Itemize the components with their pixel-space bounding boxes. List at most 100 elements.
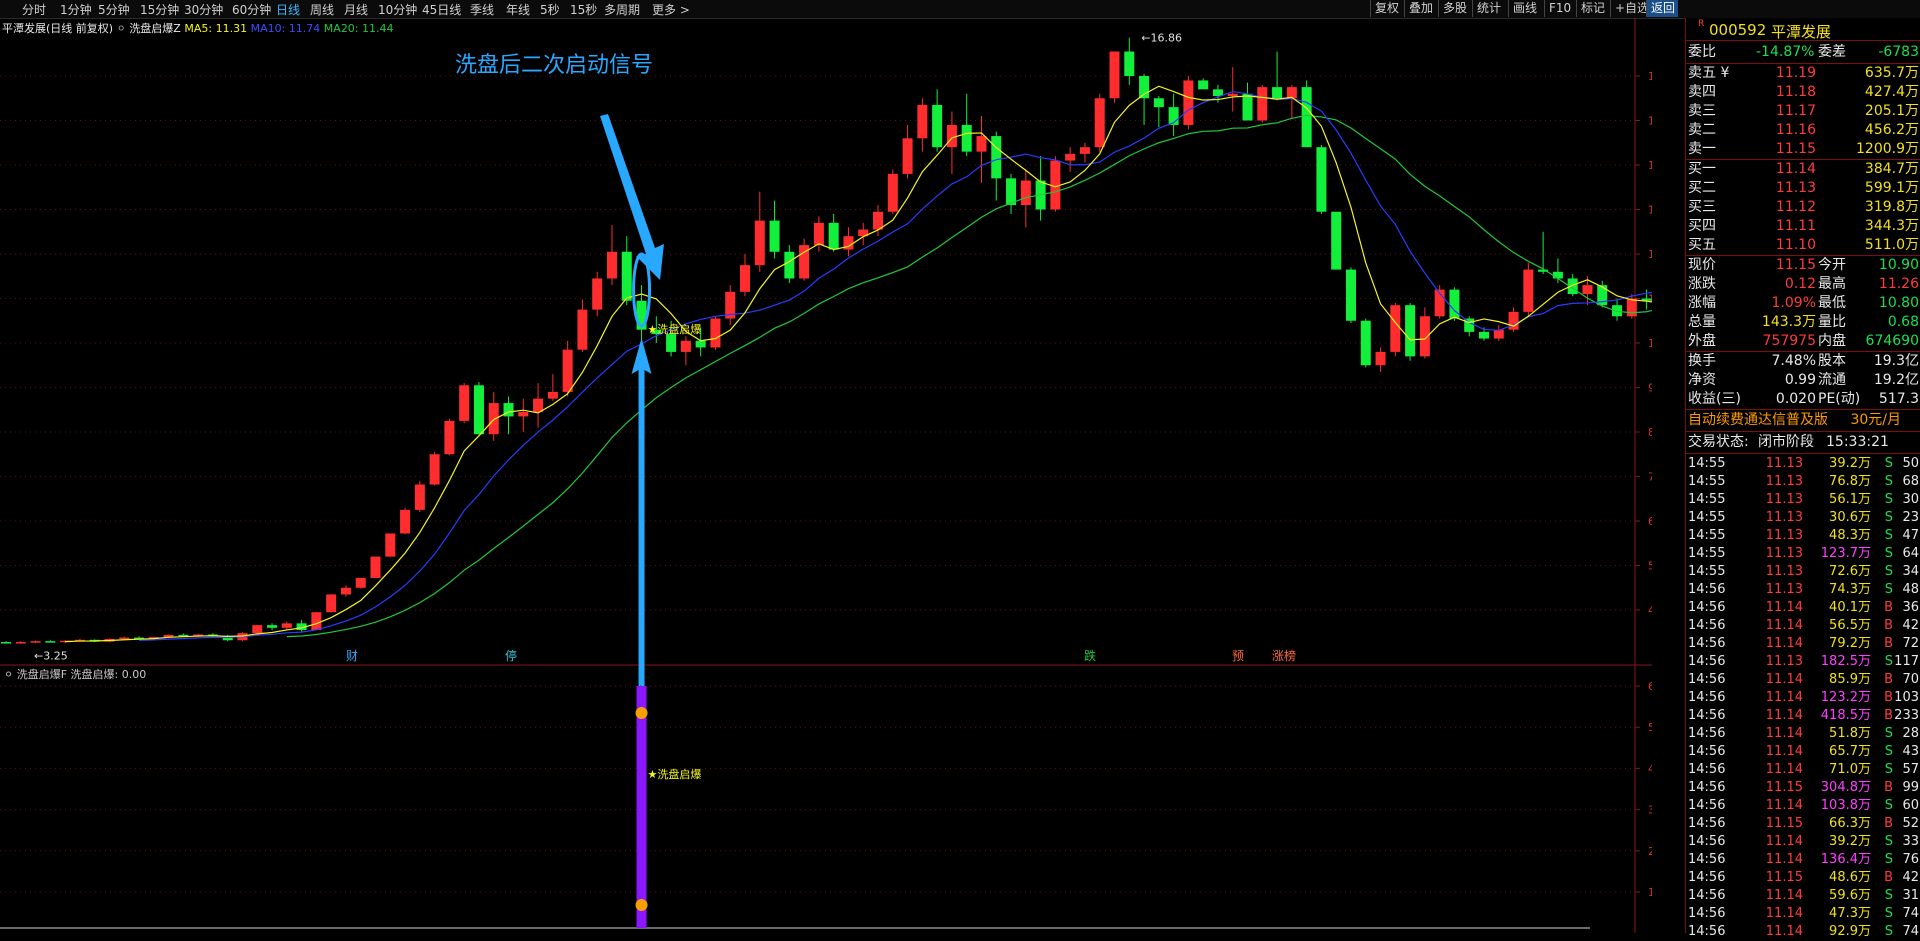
candle-body <box>1449 289 1460 319</box>
period-tab-5[interactable]: 60分钟 <box>232 1 271 18</box>
period-tab-14[interactable]: 15秒 <box>570 1 597 18</box>
ask-label: 卖一 <box>1688 141 1716 157</box>
tick-volume: 136.4万 <box>1820 852 1871 867</box>
event-marker-3: 预 <box>1232 649 1244 663</box>
bid-row: 买一 11.14 384.7万 <box>1686 160 1920 179</box>
tick-row: 14:55 11.13 48.3万 S 47 <box>1686 527 1920 545</box>
stat-value: 1.09% <box>1771 295 1816 311</box>
tick-count: 70 <box>1902 672 1919 687</box>
panel-separator <box>1686 431 1920 432</box>
tick-volume: 48.6万 <box>1829 870 1871 885</box>
toolbar-button-0[interactable]: 复权 <box>1370 0 1404 17</box>
kline-chart-area[interactable]: 16.0015.0014.0013.0012.0011.0010.009.008… <box>0 18 1859 933</box>
bid-price: 11.13 <box>1775 180 1816 196</box>
tick-time: 14:56 <box>1688 816 1726 831</box>
toolbar-button-3[interactable]: 统计 <box>1472 0 1508 17</box>
sub-axis-label: 40.00 <box>1648 762 1652 775</box>
ask-price: 11.16 <box>1775 122 1816 138</box>
price-axis-label: 8.00 <box>1648 426 1652 439</box>
toolbar-button-8[interactable]: 返回 <box>1646 0 1678 17</box>
tick-count: 30 <box>1902 492 1919 507</box>
period-tab-4[interactable]: 30分钟 <box>184 1 223 18</box>
tick-row: 14:56 11.13 74.3万 S 48 <box>1686 581 1920 599</box>
event-marker-4: 涨榜 <box>1272 648 1296 663</box>
period-tab-12[interactable]: 年线 <box>506 1 530 18</box>
period-tab-16[interactable]: 更多 > <box>652 1 690 18</box>
period-tab-11[interactable]: 季线 <box>470 1 494 18</box>
tick-volume: 56.5万 <box>1829 618 1871 633</box>
tick-side: S <box>1884 852 1893 867</box>
tick-count: 74 <box>1902 906 1919 921</box>
period-tab-9[interactable]: 10分钟 <box>378 1 417 18</box>
chart-title: 平潭发展(日线 前复权) <box>2 22 114 35</box>
toolbar-button-1[interactable]: 叠加 <box>1404 0 1438 17</box>
bid-volume: 599.1万 <box>1864 180 1919 196</box>
period-tab-2[interactable]: 5分钟 <box>98 1 130 18</box>
tick-volume: 48.3万 <box>1829 528 1871 543</box>
indicator-name[interactable]: 洗盘启爆Z <box>129 22 181 35</box>
tick-price: 11.14 <box>1765 690 1803 705</box>
period-tab-1[interactable]: 1分钟 <box>60 1 92 18</box>
period-tab-13[interactable]: 5秒 <box>540 1 560 18</box>
tick-count: 74 <box>1902 924 1919 939</box>
tick-time: 14:55 <box>1688 474 1726 489</box>
tick-price: 11.14 <box>1765 726 1803 741</box>
period-tab-3[interactable]: 15分钟 <box>140 1 179 18</box>
tick-price: 11.13 <box>1765 528 1803 543</box>
bid-row: 买二 11.13 599.1万 <box>1686 179 1920 198</box>
candle-body <box>119 637 130 640</box>
candle-body <box>15 642 26 644</box>
tick-price: 11.13 <box>1765 582 1803 597</box>
candle-body <box>710 318 721 348</box>
tick-price: 11.14 <box>1765 618 1803 633</box>
toolbar-button-4[interactable]: 画线 <box>1508 0 1544 17</box>
period-tab-7[interactable]: 周线 <box>310 1 334 18</box>
tick-count: 103 <box>1894 690 1919 705</box>
tick-time: 14:56 <box>1688 690 1726 705</box>
tick-time: 14:55 <box>1688 510 1726 525</box>
price-axis-label: 10.00 <box>1648 337 1652 350</box>
tick-time: 14:56 <box>1688 618 1726 633</box>
toolbar-button-5[interactable]: F10 <box>1544 0 1576 17</box>
tick-row: 14:56 11.13 182.5万 S 117 <box>1686 653 1920 671</box>
candle-body <box>1523 269 1534 312</box>
candle-body <box>488 403 499 435</box>
tick-row: 14:56 11.14 92.9万 S 74 <box>1686 923 1920 941</box>
kline-chart-svg[interactable]: 16.0015.0014.0013.0012.0011.0010.009.008… <box>0 18 1859 933</box>
tick-price: 11.14 <box>1765 888 1803 903</box>
fund-label-2: 股本 <box>1818 353 1846 369</box>
tick-side: S <box>1884 726 1893 741</box>
sub-axis-label: 60.00 <box>1648 680 1652 693</box>
tick-volume: 39.2万 <box>1829 834 1871 849</box>
candle-body <box>873 211 884 230</box>
period-tab-8[interactable]: 月线 <box>344 1 368 18</box>
indicator-dropdown-icon[interactable]: ⚪ <box>117 22 126 35</box>
ma5-line <box>65 85 1854 643</box>
tick-side: S <box>1884 888 1893 903</box>
quote-panel: R 000592 平潭发展 委比 -14.87% 委差 -6783 卖五 ¥ 11.19 6… <box>1685 18 1920 939</box>
toolbar-button-7[interactable]: +自选 <box>1610 0 1649 17</box>
candle-body <box>1227 93 1238 97</box>
toolbar-button-6[interactable]: 标记 <box>1576 0 1610 17</box>
candle-body <box>991 136 1002 179</box>
period-tab-6[interactable]: 日线 <box>276 1 300 18</box>
tick-time: 14:56 <box>1688 726 1726 741</box>
candle-body <box>1006 178 1017 206</box>
stat-value-2: 0.68 <box>1887 314 1919 330</box>
period-tab-0[interactable]: 分时 <box>22 1 46 18</box>
tick-volume: 66.3万 <box>1829 816 1871 831</box>
tick-price: 11.15 <box>1765 780 1803 795</box>
tick-count: 31 <box>1902 888 1919 903</box>
tick-count: 68 <box>1902 474 1919 489</box>
tick-row: 14:56 11.14 85.9万 B 70 <box>1686 671 1920 689</box>
period-tab-10[interactable]: 45日线 <box>422 1 461 18</box>
tick-time: 14:56 <box>1688 888 1726 903</box>
period-tab-15[interactable]: 多周期 <box>604 1 640 18</box>
stat-label: 涨幅 <box>1688 295 1716 311</box>
candle-body <box>1286 87 1297 99</box>
candle-body <box>252 625 263 634</box>
ask-price: 11.17 <box>1775 103 1816 119</box>
candle-body <box>326 594 337 613</box>
event-marker-2: 跌 <box>1084 648 1096 663</box>
toolbar-button-2[interactable]: 多股 <box>1438 0 1472 17</box>
